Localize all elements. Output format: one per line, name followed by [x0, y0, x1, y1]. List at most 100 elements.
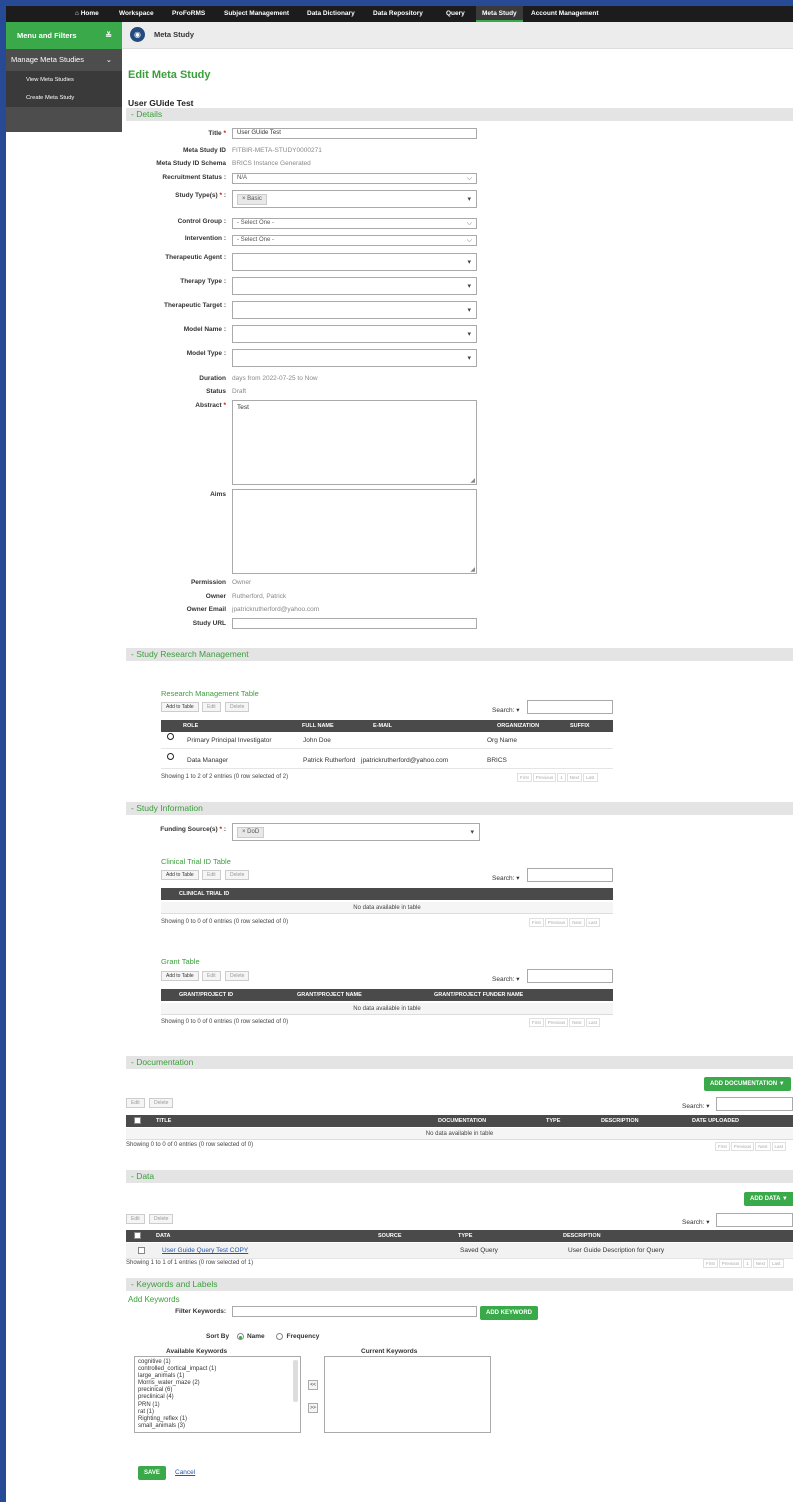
col-title[interactable]: TITLE	[156, 1115, 171, 1127]
table-row[interactable]: Data Manager Patrick Rutherford jpatrick…	[161, 753, 613, 769]
col-full-name[interactable]: FULL NAME	[302, 720, 334, 732]
documentation-search-input[interactable]	[716, 1097, 793, 1111]
pager-next[interactable]: Next	[566, 773, 583, 782]
row-radio[interactable]	[167, 733, 174, 740]
keyword-item[interactable]: Righting_reflex (1)	[138, 1416, 297, 1423]
nav-data-dictionary[interactable]: Data Dictionary	[307, 6, 355, 22]
research-search-input[interactable]	[527, 700, 613, 714]
pager-next[interactable]: Next	[569, 1018, 585, 1027]
caret-down-icon[interactable]: ▾	[516, 976, 519, 983]
nav-data-repository[interactable]: Data Repository	[373, 6, 423, 22]
col-grant-name[interactable]: GRANT/PROJECT NAME	[297, 989, 362, 1001]
nav-workspace[interactable]: Workspace	[119, 6, 154, 22]
section-data[interactable]: - Data	[126, 1170, 793, 1183]
nav-account-management[interactable]: Account Management	[531, 6, 599, 22]
nav-subject-management[interactable]: Subject Management	[224, 6, 289, 22]
keyword-item[interactable]: controlled_cortical_impact (1)	[138, 1366, 297, 1373]
study-type-select[interactable]: × Basic ▾	[232, 190, 477, 208]
edit-button[interactable]: Edit	[126, 1214, 145, 1224]
col-role[interactable]: ROLE	[183, 720, 198, 732]
resize-handle-icon[interactable]: ◢	[470, 477, 475, 484]
caret-down-icon[interactable]: ▾	[516, 707, 519, 714]
col-description[interactable]: DESCRIPTION	[563, 1230, 601, 1242]
add-to-table-button[interactable]: Add to Table	[161, 702, 199, 712]
col-type[interactable]: TYPE	[546, 1115, 560, 1127]
col-clinical-trial-id[interactable]: CLINICAL TRIAL ID	[179, 888, 229, 900]
pager-last[interactable]: Last	[771, 1142, 787, 1151]
keyword-item[interactable]: cognitive (1)	[138, 1359, 297, 1366]
model-type-select[interactable]: ▾	[232, 349, 477, 367]
nav-meta-study[interactable]: Meta Study	[476, 6, 523, 22]
keyword-item[interactable]: preclinical (4)	[138, 1394, 297, 1401]
funding-source-select[interactable]: × DoD ▾	[232, 823, 480, 841]
delete-button[interactable]: Delete	[149, 1098, 174, 1108]
pager-first[interactable]: First	[529, 1018, 544, 1027]
grant-search-input[interactable]	[527, 969, 613, 983]
section-documentation[interactable]: - Documentation	[126, 1056, 793, 1069]
section-details[interactable]: - Details	[126, 108, 793, 121]
col-grant-funder[interactable]: GRANT/PROJECT FUNDER NAME	[434, 989, 523, 1001]
pager-last[interactable]: Last	[583, 773, 598, 782]
pager-next[interactable]: Next	[569, 918, 585, 927]
add-documentation-button[interactable]: ADD DOCUMENTATION ▼	[704, 1077, 791, 1091]
model-name-select[interactable]: ▾	[232, 325, 477, 343]
aims-textarea[interactable]: ◢	[232, 489, 477, 574]
pager-first[interactable]: First	[703, 1259, 718, 1268]
study-type-tag[interactable]: × Basic	[237, 194, 267, 205]
pager-previous[interactable]: Previous	[532, 773, 557, 782]
delete-button[interactable]: Delete	[225, 971, 250, 981]
sidebar-link-view-meta-studies[interactable]: View Meta Studies	[6, 71, 122, 89]
pager-previous[interactable]: Previous	[544, 918, 569, 927]
keyword-item[interactable]: small_animals (3)	[138, 1423, 297, 1430]
col-organization[interactable]: ORGANIZATION	[497, 720, 539, 732]
nav-proforms[interactable]: ProFoRMS	[172, 6, 205, 22]
pager-next[interactable]: Next	[752, 1259, 769, 1268]
move-right-button[interactable]: >>	[308, 1403, 318, 1413]
pager-first[interactable]: First	[529, 918, 544, 927]
data-search-input[interactable]	[716, 1213, 793, 1227]
add-to-table-button[interactable]: Add to Table	[161, 870, 199, 880]
pager-page[interactable]: 1	[557, 773, 566, 782]
cancel-link[interactable]: Cancel	[175, 1469, 195, 1476]
resize-handle-icon[interactable]: ◢	[470, 566, 475, 573]
col-email[interactable]: E-MAIL	[373, 720, 392, 732]
pager-page[interactable]: 1	[743, 1259, 752, 1268]
edit-button[interactable]: Edit	[202, 870, 221, 880]
sidebar-section-manage[interactable]: Manage Meta Studies ⌄	[6, 49, 122, 71]
col-type[interactable]: TYPE	[458, 1230, 472, 1242]
filter-keywords-input[interactable]	[232, 1306, 477, 1317]
col-source[interactable]: SOURCE	[378, 1230, 402, 1242]
delete-button[interactable]: Delete	[225, 702, 250, 712]
delete-button[interactable]: Delete	[225, 870, 250, 880]
caret-down-icon[interactable]: ▾	[516, 875, 519, 882]
collapse-icon[interactable]: ≚	[105, 22, 112, 49]
keyword-item[interactable]: precinical (6)	[138, 1387, 297, 1394]
col-documentation[interactable]: DOCUMENTATION	[438, 1115, 486, 1127]
nav-home[interactable]: ⌂ Home	[75, 6, 99, 22]
caret-down-icon[interactable]: ▾	[706, 1103, 709, 1110]
abstract-textarea[interactable]: Test ◢	[232, 400, 477, 485]
therapeutic-agent-select[interactable]: ▾	[232, 253, 477, 271]
pager-first[interactable]: First	[517, 773, 532, 782]
pager-next[interactable]: Next	[755, 1142, 771, 1151]
pager-previous[interactable]: Previous	[730, 1142, 755, 1151]
nav-query[interactable]: Query	[446, 6, 465, 22]
select-all-checkbox[interactable]	[134, 1117, 141, 1124]
study-url-input[interactable]	[232, 618, 477, 629]
data-link[interactable]: User Guide Query Test COPY	[162, 1243, 248, 1259]
keyword-item[interactable]: PRN (1)	[138, 1402, 297, 1409]
keyword-item[interactable]: Morris_water_maze (2)	[138, 1380, 297, 1387]
edit-button[interactable]: Edit	[202, 702, 221, 712]
intervention-select[interactable]: - Select One - ⌵	[232, 235, 477, 246]
keyword-item[interactable]: large_animals (1)	[138, 1373, 297, 1380]
sidebar-link-create-meta-study[interactable]: Create Meta Study	[6, 89, 122, 107]
pager-last[interactable]: Last	[585, 918, 601, 927]
row-radio[interactable]	[167, 753, 174, 760]
delete-button[interactable]: Delete	[149, 1214, 174, 1224]
section-keywords[interactable]: - Keywords and Labels	[126, 1278, 793, 1291]
pager-last[interactable]: Last	[585, 1018, 601, 1027]
sort-name-radio[interactable]: Name	[236, 1333, 265, 1340]
table-row[interactable]: User Guide Query Test COPY Saved Query U…	[126, 1243, 793, 1259]
recruitment-select[interactable]: N/A ⌵	[232, 173, 477, 184]
caret-down-icon[interactable]: ▾	[706, 1219, 709, 1226]
